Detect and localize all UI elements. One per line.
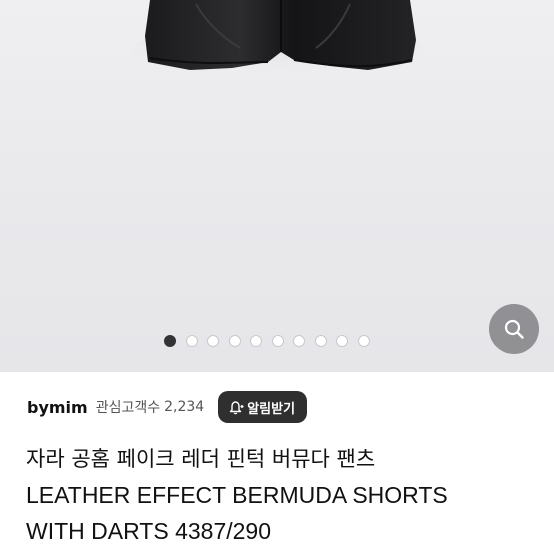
gallery-dot[interactable]: [336, 335, 348, 347]
zoom-button[interactable]: [489, 304, 539, 354]
product-title-line-english: LEATHER EFFECT BERMUDA SHORTS: [26, 482, 448, 508]
product-title-line-code: WITH DARTS 4387/290: [26, 518, 272, 544]
gallery-pagination: [164, 334, 370, 348]
product-detail-page: bymim 관심고객수 2,234 알림받기 자라 공홈 페이크 레더 핀턱 버…: [0, 0, 554, 554]
magnifier-icon: [504, 319, 524, 339]
seller-info-row: bymim 관심고객수 2,234 알림받기: [27, 391, 527, 423]
gallery-dot[interactable]: [228, 335, 241, 347]
bell-plus-icon: [230, 401, 244, 415]
subscribe-alert-button[interactable]: 알림받기: [218, 391, 308, 423]
gallery-dot[interactable]: [293, 335, 305, 347]
gallery-dot[interactable]: [271, 335, 284, 347]
gallery-dot[interactable]: [164, 335, 176, 347]
gallery-dot[interactable]: [250, 335, 262, 347]
product-image-gallery[interactable]: [0, 0, 554, 372]
gallery-dot[interactable]: [207, 335, 219, 347]
gallery-dot[interactable]: [314, 335, 327, 347]
gallery-dot[interactable]: [357, 335, 370, 347]
seller-name[interactable]: bymim: [27, 398, 88, 417]
alert-button-label: 알림받기: [247, 401, 296, 417]
follower-count: 2,234: [164, 399, 205, 415]
gallery-dot[interactable]: [185, 335, 198, 347]
leather-shorts-photo: [127, 0, 427, 98]
product-title-line-korean: 자라 공홈 페이크 레더 핀턱 버뮤다 팬츠: [26, 447, 376, 471]
follower-label: 관심고객수: [95, 400, 161, 416]
product-title: 자라 공홈 페이크 레더 핀턱 버뮤다 팬츠 LEATHER EFFECT BE…: [26, 441, 536, 549]
